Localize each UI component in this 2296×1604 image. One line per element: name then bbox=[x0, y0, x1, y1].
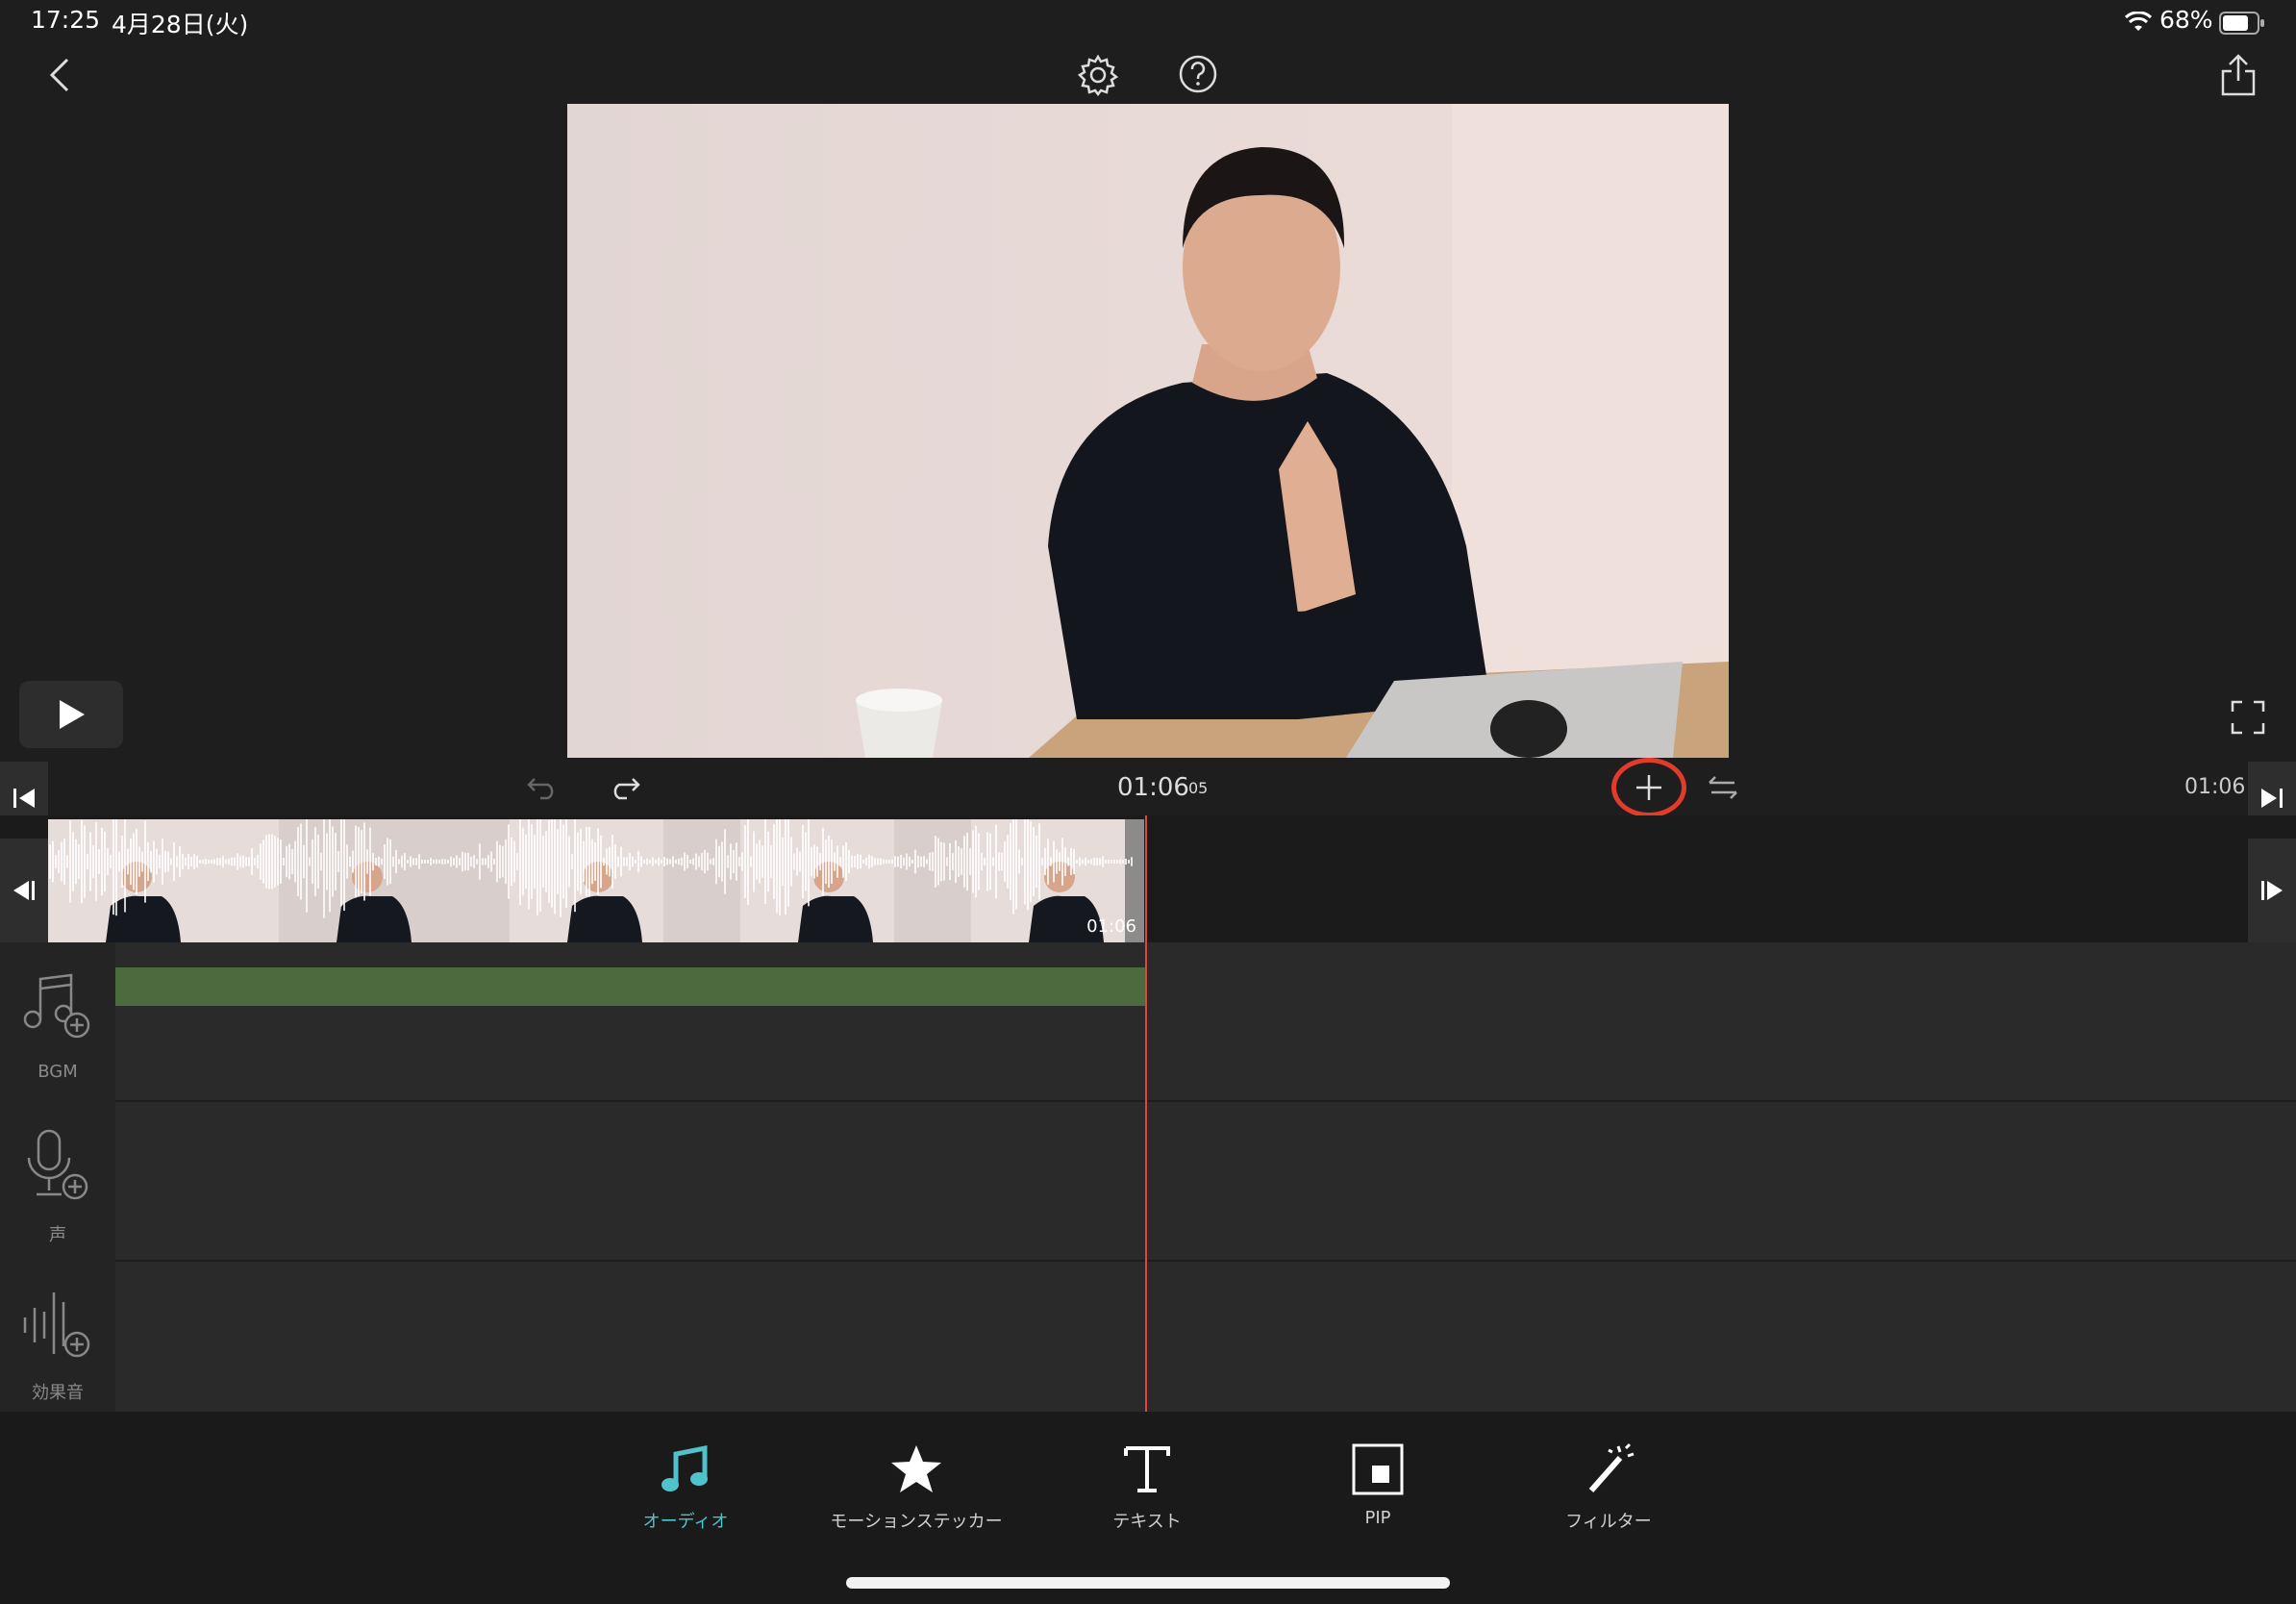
audio-waveform bbox=[49, 819, 1133, 918]
add-clip-icon[interactable] bbox=[1635, 773, 1663, 802]
magic-wand-icon bbox=[1588, 1442, 1635, 1492]
prev-frame-button[interactable] bbox=[0, 839, 48, 942]
clip-duration: 01:06 bbox=[1086, 916, 1136, 937]
prev-frame-icon bbox=[13, 881, 35, 900]
tool-text-button[interactable]: テキスト bbox=[1051, 1442, 1243, 1533]
tool-pip-button[interactable]: PIP bbox=[1282, 1442, 1474, 1528]
play-button[interactable] bbox=[19, 681, 123, 748]
tool-motion-sticker-button[interactable]: モーションステッカー bbox=[820, 1442, 1012, 1533]
swap-icon[interactable] bbox=[1708, 775, 1738, 800]
playhead[interactable] bbox=[1145, 815, 1147, 1412]
play-icon bbox=[60, 700, 85, 729]
tool-motion-sticker-label: モーションステッカー bbox=[830, 1512, 1003, 1532]
sound-effect-add-icon[interactable] bbox=[21, 1289, 94, 1360]
track-divider bbox=[115, 1260, 2296, 1262]
star-icon bbox=[891, 1445, 941, 1492]
next-frame-button[interactable] bbox=[2248, 839, 2296, 942]
tool-filter-button[interactable]: フィルター bbox=[1512, 1442, 1705, 1533]
wifi-icon bbox=[2125, 12, 2152, 31]
battery-icon bbox=[2219, 12, 2264, 35]
microphone-add-icon[interactable] bbox=[23, 1127, 94, 1202]
fullscreen-icon[interactable] bbox=[2231, 700, 2265, 735]
tool-audio-label: オーディオ bbox=[642, 1512, 729, 1532]
bgm-track-bar[interactable] bbox=[115, 967, 1146, 1006]
total-timecode: 01:06 bbox=[2184, 775, 2246, 799]
back-icon[interactable] bbox=[44, 56, 75, 94]
track-divider bbox=[115, 1100, 2296, 1102]
current-frames: 05 bbox=[1188, 779, 1209, 797]
sfx-track-label: 効果音 bbox=[32, 1383, 84, 1403]
voice-track-label: 声 bbox=[49, 1225, 66, 1245]
skip-start-icon bbox=[13, 789, 35, 808]
status-bar bbox=[0, 0, 2296, 44]
music-add-icon[interactable] bbox=[21, 971, 92, 1040]
help-icon[interactable] bbox=[1178, 54, 1218, 94]
settings-gear-icon[interactable] bbox=[1077, 54, 1119, 96]
battery-percent: 68% bbox=[2159, 6, 2213, 34]
video-frame-image bbox=[567, 104, 1729, 758]
pip-icon bbox=[1352, 1443, 1404, 1495]
tool-filter-label: フィルター bbox=[1565, 1512, 1652, 1532]
current-timecode: 01:06 bbox=[1117, 773, 1189, 802]
status-date: 4月28日(火) bbox=[112, 11, 249, 38]
bgm-track-label: BGM bbox=[37, 1062, 78, 1082]
home-indicator[interactable] bbox=[846, 1577, 1450, 1589]
audio-tracks bbox=[0, 942, 2296, 1412]
tool-pip-label: PIP bbox=[1364, 1508, 1391, 1528]
undo-icon[interactable] bbox=[527, 775, 560, 800]
share-icon[interactable] bbox=[2219, 52, 2258, 98]
top-bar bbox=[0, 44, 2296, 104]
text-icon bbox=[1124, 1446, 1170, 1492]
video-clip[interactable]: 01:06 bbox=[48, 819, 1144, 942]
tool-audio-button[interactable]: オーディオ bbox=[589, 1442, 782, 1533]
redo-icon[interactable] bbox=[608, 775, 640, 800]
tool-text-label: テキスト bbox=[1112, 1512, 1182, 1532]
next-frame-icon bbox=[2261, 881, 2283, 900]
video-preview[interactable] bbox=[567, 104, 1729, 758]
status-time: 17:25 bbox=[31, 6, 101, 34]
music-note-icon bbox=[661, 1444, 708, 1491]
skip-end-icon bbox=[2261, 789, 2283, 808]
